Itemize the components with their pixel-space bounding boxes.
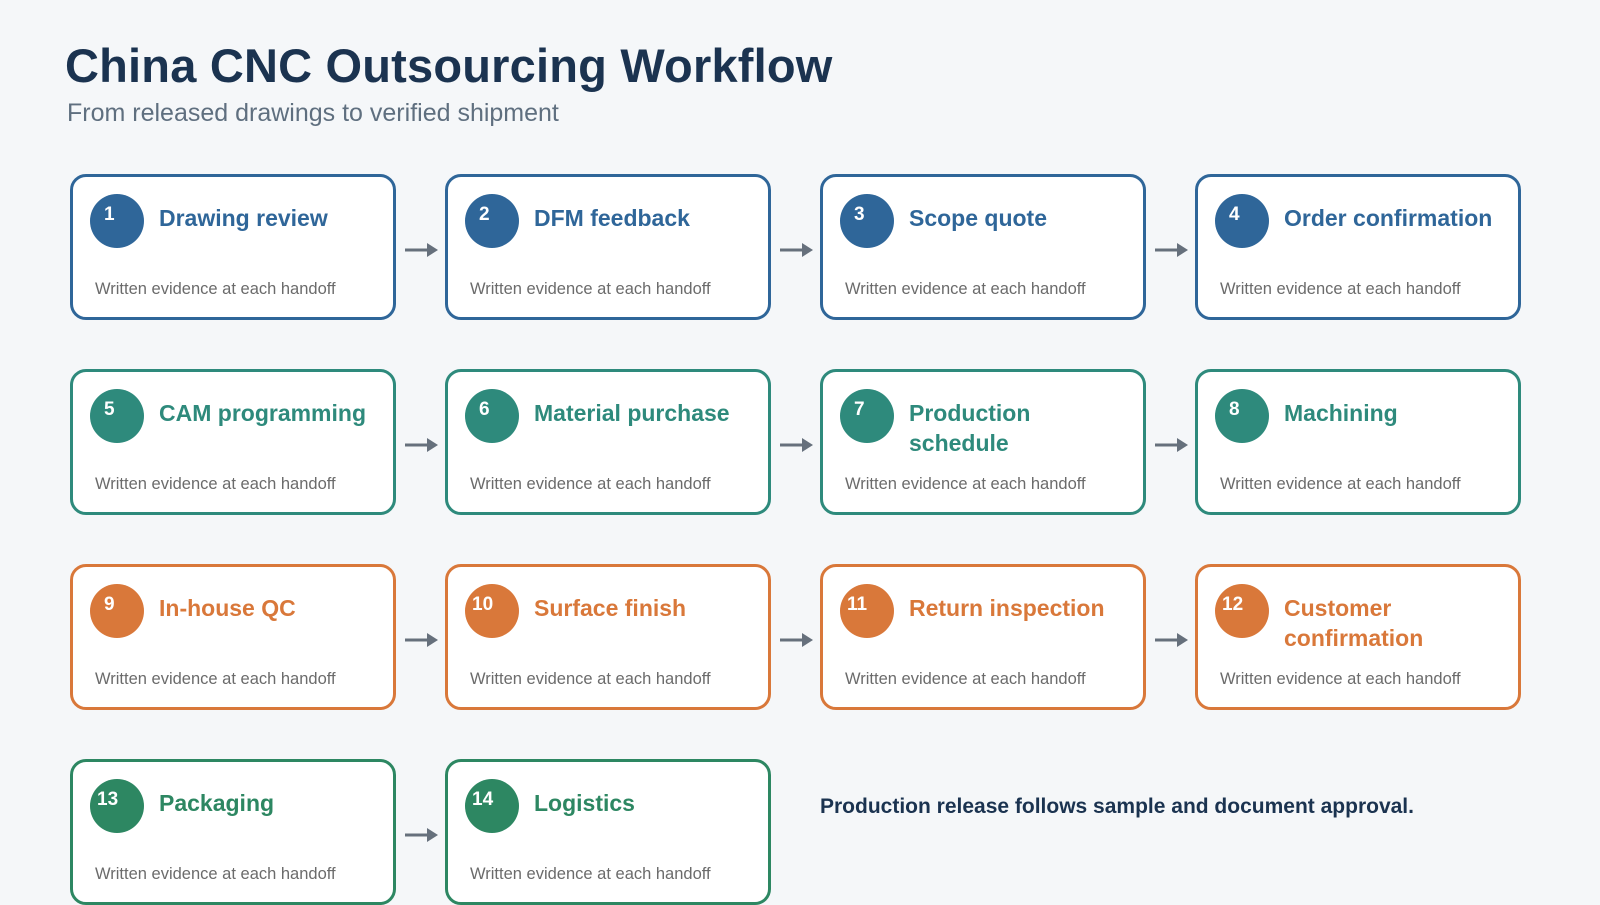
arrow-right-icon: [780, 438, 813, 452]
step-title: DFM feedback: [534, 205, 690, 231]
step-note: Written evidence at each handoff: [470, 475, 711, 493]
step-number-badge: 3: [840, 194, 894, 248]
arrow-right-icon: [1155, 633, 1188, 647]
step-note: Written evidence at each handoff: [95, 280, 336, 298]
step-title: Machining: [1284, 400, 1398, 426]
step-card-1: 1 Drawing review Written evidence at eac…: [70, 174, 396, 320]
step-number-badge: 4: [1215, 194, 1269, 248]
step-number-badge: 1: [90, 194, 144, 248]
step-card-2: 2 DFM feedback Written evidence at each …: [445, 174, 771, 320]
arrow-right-icon: [405, 633, 438, 647]
step-note: Written evidence at each handoff: [1220, 280, 1461, 298]
step-card-14: 14 Logistics Written evidence at each ha…: [445, 759, 771, 905]
step-note: Written evidence at each handoff: [470, 670, 711, 688]
step-title: Scope quote: [909, 205, 1048, 231]
arrow-right-icon: [780, 633, 813, 647]
step-note: Written evidence at each handoff: [95, 865, 336, 883]
step-number-badge: 6: [465, 389, 519, 443]
step-card-10: 10 Surface finish Written evidence at ea…: [445, 564, 771, 710]
step-title: Material purchase: [534, 400, 730, 426]
page-title: China CNC Outsourcing Workflow: [65, 39, 833, 92]
step-title: Order confirmation: [1284, 205, 1493, 231]
step-note: Written evidence at each handoff: [95, 670, 336, 688]
arrow-right-icon: [405, 438, 438, 452]
step-number-badge: 7: [840, 389, 894, 443]
step-title: Packaging: [159, 790, 275, 816]
step-note: Written evidence at each handoff: [1220, 475, 1461, 493]
step-number-badge: 5: [90, 389, 144, 443]
step-title: CAM programming: [159, 400, 366, 426]
step-number-badge: 8: [1215, 389, 1269, 443]
step-card-4: 4 Order confirmation Written evidence at…: [1195, 174, 1521, 320]
step-number-badge: 2: [465, 194, 519, 248]
step-card-6: 6 Material purchase Written evidence at …: [445, 369, 771, 515]
arrow-right-icon: [1155, 438, 1188, 452]
approval-note: Production release follows sample and do…: [820, 795, 1414, 818]
step-note: Written evidence at each handoff: [1220, 670, 1461, 688]
step-number-badge: 13: [90, 779, 144, 833]
step-title: In-house QC: [159, 595, 296, 621]
step-note: Written evidence at each handoff: [845, 670, 1086, 688]
step-title: Logistics: [534, 790, 635, 816]
step-title: Return inspection: [909, 595, 1105, 621]
step-card-7: 7 Production schedule Written evidence a…: [820, 369, 1146, 515]
page-subtitle: From released drawings to verified shipm…: [67, 99, 559, 127]
step-card-9: 9 In-house QC Written evidence at each h…: [70, 564, 396, 710]
arrow-right-icon: [780, 243, 813, 257]
step-number-badge: 10: [465, 584, 519, 638]
step-note: Written evidence at each handoff: [470, 280, 711, 298]
step-card-8: 8 Machining Written evidence at each han…: [1195, 369, 1521, 515]
step-note: Written evidence at each handoff: [470, 865, 711, 883]
step-note: Written evidence at each handoff: [95, 475, 336, 493]
arrow-right-icon: [405, 243, 438, 257]
step-card-5: 5 CAM programming Written evidence at ea…: [70, 369, 396, 515]
arrow-right-icon: [405, 828, 438, 842]
step-title: Production schedule: [909, 400, 1031, 456]
step-number-badge: 9: [90, 584, 144, 638]
step-title: Drawing review: [159, 205, 328, 231]
step-number-badge: 14: [465, 779, 519, 833]
step-card-12: 12 Customer confirmation Written evidenc…: [1195, 564, 1521, 710]
step-card-13: 13 Packaging Written evidence at each ha…: [70, 759, 396, 905]
step-note: Written evidence at each handoff: [845, 280, 1086, 298]
step-title: Customer confirmation: [1284, 595, 1424, 651]
step-note: Written evidence at each handoff: [845, 475, 1086, 493]
step-number-badge: 11: [840, 584, 894, 638]
step-number-badge: 12: [1215, 584, 1269, 638]
step-card-3: 3 Scope quote Written evidence at each h…: [820, 174, 1146, 320]
step-title: Surface finish: [534, 595, 687, 621]
arrow-right-icon: [1155, 243, 1188, 257]
step-card-11: 11 Return inspection Written evidence at…: [820, 564, 1146, 710]
